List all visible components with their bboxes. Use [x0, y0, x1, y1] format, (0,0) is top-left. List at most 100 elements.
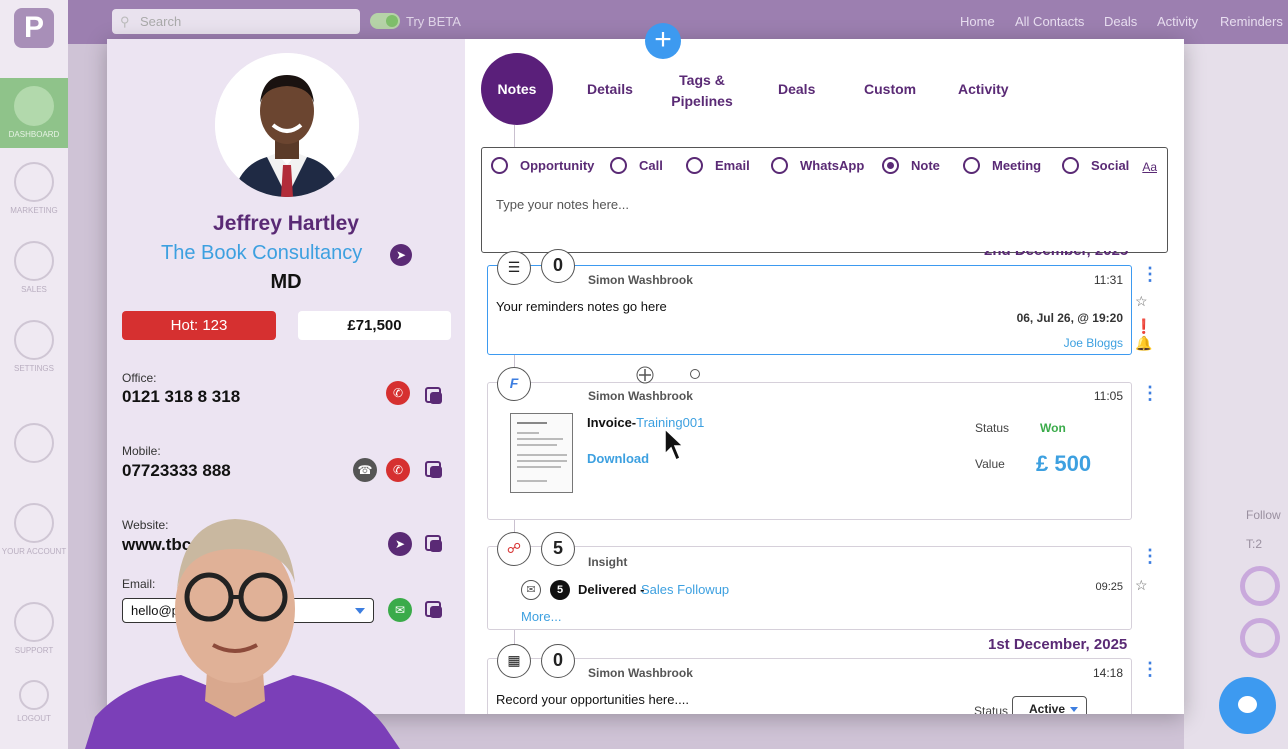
follow-label: Follow [1246, 508, 1281, 522]
sidebar-item-dashboard[interactable]: DASHBOARD [0, 78, 68, 148]
note-composer[interactable]: Opportunity Call Email WhatsApp Note Mee… [481, 147, 1168, 253]
opportunity-icon: ▦ [497, 644, 531, 678]
whatsapp-icon[interactable]: ☎ [353, 458, 377, 482]
status-label: Status [974, 704, 1009, 714]
reminder-count: 0 [541, 249, 575, 283]
copy-icon[interactable] [425, 535, 443, 553]
avatar [215, 53, 359, 197]
insight-card[interactable]: Insight ✉ 5 Delivered - Sales Followup 0… [487, 546, 1132, 630]
chevron-down-icon [1070, 707, 1078, 712]
note-type-meeting[interactable]: Meeting [963, 157, 1041, 175]
campaign-link[interactable]: Sales Followup [641, 582, 729, 597]
star-icon[interactable]: ☆ [1135, 293, 1148, 310]
note-type-email[interactable]: Email [686, 157, 750, 175]
note-input[interactable]: Type your notes here... [496, 197, 629, 212]
freeagent-icon: F [497, 367, 531, 401]
phone-icon[interactable]: ✆ [386, 381, 410, 405]
chat-widget-button[interactable] [1219, 677, 1276, 734]
copy-icon[interactable] [425, 461, 443, 479]
invoice-value: £ 500 [1036, 451, 1092, 476]
sidebar-item-settings[interactable]: SETTINGS [0, 320, 68, 373]
card-time: 11:31 [1093, 273, 1123, 287]
avatar-ring [1240, 566, 1280, 606]
card-text: Record your opportunities here.... [496, 692, 689, 707]
invoice-thumbnail[interactable] [510, 413, 573, 493]
t-label: T:2 [1246, 537, 1263, 551]
hot-score-badge[interactable]: Hot: 123 [122, 311, 276, 340]
try-beta-label: Try BETA [406, 14, 461, 29]
tab-activity[interactable]: Activity [958, 81, 1009, 97]
resize-handle[interactable] [690, 369, 700, 379]
contact-name: Jeffrey Hartley [213, 212, 359, 235]
opportunity-card[interactable]: Simon Washbrook 14:18 Record your opport… [487, 658, 1132, 714]
sidebar-item-marketing[interactable]: MARKETING [0, 162, 68, 215]
notes-panel: Notes Details Tags & Pipelines Deals Cust… [465, 39, 1184, 714]
alert-icon[interactable]: ❗ [1135, 318, 1152, 335]
note-type-social[interactable]: Social [1062, 157, 1129, 175]
phone-icon[interactable]: ✆ [386, 458, 410, 482]
office-label: Office: [122, 371, 157, 385]
sidebar-item-account[interactable]: YOUR ACCOUNT [0, 503, 68, 556]
text-format-toggle[interactable]: Aa [1142, 160, 1157, 174]
star-icon[interactable]: ☆ [1135, 577, 1148, 594]
sidebar-item-mail[interactable] [0, 423, 68, 467]
copy-icon[interactable] [425, 387, 443, 405]
contact-role: MD [270, 271, 302, 293]
note-type-call[interactable]: Call [610, 157, 663, 175]
reminder-due: 06, Jul 26, @ 19:20 [1016, 311, 1123, 325]
office-phone: 0121 318 8 318 [122, 387, 241, 406]
beta-toggle[interactable] [370, 13, 400, 29]
more-options-icon[interactable]: ⋮ [1141, 660, 1159, 678]
more-options-icon[interactable]: ⋮ [1141, 265, 1159, 283]
mouse-cursor-icon [664, 427, 686, 467]
search-icon: ⚲ [120, 14, 130, 29]
sidebar-item-sales[interactable]: SALES [0, 241, 68, 294]
tab-notes[interactable]: Notes [481, 53, 553, 125]
tab-tags-pipelines[interactable]: Tags & Pipelines [671, 70, 733, 112]
nav-activity[interactable]: Activity [1157, 14, 1198, 29]
delivered-count: 5 [550, 580, 570, 600]
note-type-opportunity[interactable]: Opportunity [491, 157, 594, 175]
sidebar-item-logout[interactable]: LOGOUT [0, 680, 68, 723]
bell-icon[interactable]: 🔔 [1135, 335, 1152, 352]
card-author: Simon Washbrook [588, 666, 693, 680]
download-link[interactable]: Download [587, 451, 649, 466]
nav-home[interactable]: Home [960, 14, 995, 29]
sidebar-item-support[interactable]: SUPPORT [0, 602, 68, 655]
invoice-card[interactable]: Simon Washbrook 11:05 Invoice-Training00… [487, 382, 1132, 520]
status-select[interactable]: Active [1012, 696, 1087, 714]
nav-all-contacts[interactable]: All Contacts [1015, 14, 1084, 29]
reminder-card[interactable]: Simon Washbrook 11:31 Your reminders not… [487, 265, 1132, 355]
search-input[interactable]: ⚲ Search [112, 9, 360, 34]
reminder-assignee[interactable]: Joe Bloggs [1064, 336, 1123, 350]
value-label: Value [975, 457, 1005, 471]
nav-deals[interactable]: Deals [1104, 14, 1137, 29]
workflow-icon: ☍ [497, 532, 531, 566]
tab-details[interactable]: Details [587, 81, 633, 97]
card-time: 09:25 [1095, 581, 1123, 593]
opportunity-count: 0 [541, 644, 575, 678]
card-author: Simon Washbrook [588, 389, 693, 403]
more-options-icon[interactable]: ⋮ [1141, 384, 1159, 402]
reminder-notes-icon: ☰ [497, 251, 531, 285]
status-badge: Won [1040, 421, 1066, 435]
company-link-icon[interactable]: ➤ [390, 244, 412, 266]
add-button[interactable]: + [645, 23, 681, 59]
tab-deals[interactable]: Deals [778, 81, 815, 97]
webcam-overlay [85, 505, 400, 749]
card-time: 14:18 [1092, 666, 1123, 680]
mobile-label: Mobile: [122, 444, 161, 458]
invoice-title[interactable]: Invoice-Training001 [587, 415, 704, 430]
note-type-note[interactable]: Note [882, 157, 940, 175]
tab-custom[interactable]: Custom [864, 81, 916, 97]
insight-label: Insight [588, 555, 628, 569]
more-link[interactable]: More... [521, 609, 561, 624]
move-icon[interactable] [636, 366, 654, 389]
company-name[interactable]: The Book Consultancy [161, 242, 362, 265]
note-type-whatsapp[interactable]: WhatsApp [771, 157, 864, 175]
contact-value: £71,500 [298, 311, 451, 340]
delivered-label: Delivered - [578, 582, 645, 597]
more-options-icon[interactable]: ⋮ [1141, 547, 1159, 565]
nav-reminders[interactable]: Reminders [1220, 14, 1283, 29]
copy-icon[interactable] [425, 601, 443, 619]
